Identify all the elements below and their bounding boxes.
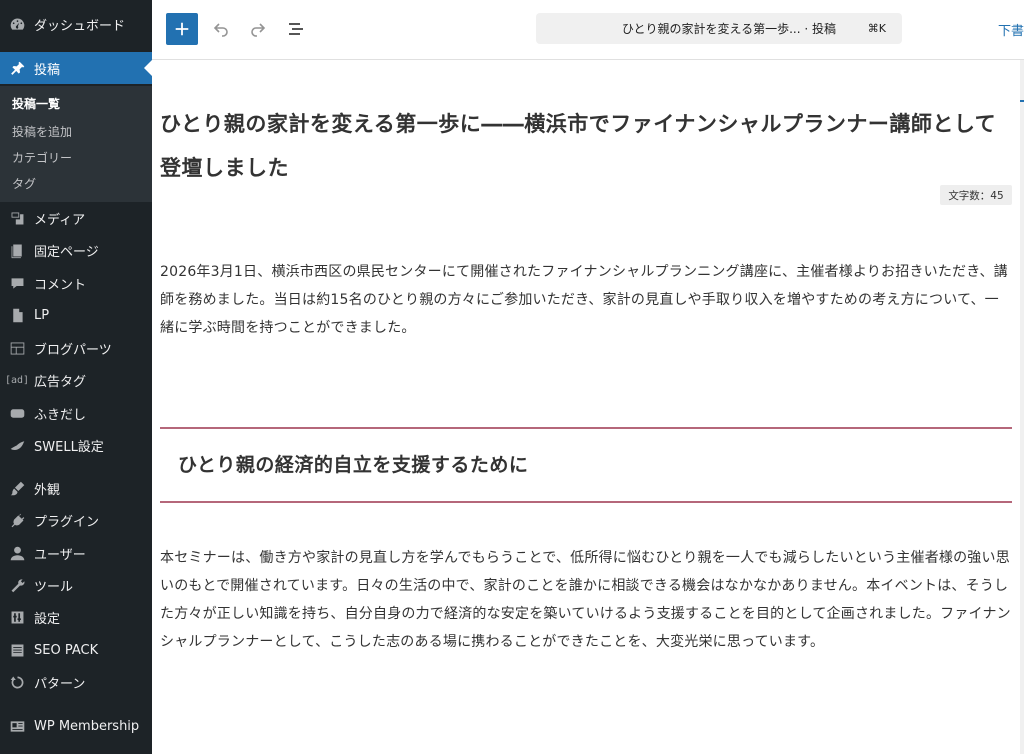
heading-border-bottom xyxy=(160,501,1012,503)
character-count-badge: 文字数：45 xyxy=(940,185,1012,205)
redo-icon xyxy=(251,23,266,37)
layout-icon xyxy=(0,338,34,358)
sidebar-item-label: ツール xyxy=(34,579,74,595)
pin-icon xyxy=(0,58,34,78)
sidebar-item-label: メディア xyxy=(34,212,86,228)
sidebar-item-appearance[interactable]: 外観 xyxy=(0,472,152,504)
sidebar-item-media[interactable]: メディア xyxy=(0,202,152,234)
dashboard-icon xyxy=(0,14,34,34)
editor-canvas: ひとり親の家計を変える第一歩に――横浜市でファイナンシャルプランナー講師として登… xyxy=(152,60,1020,754)
block-editor-screen: 投稿一覧 投稿を追加 カテゴリー タグ ダッシュボード 投稿 メディア 固定ペー… xyxy=(0,0,1024,754)
sidebar-item-label: ブログパーツ xyxy=(34,342,112,358)
sidebar-item-comments[interactable]: コメント xyxy=(0,267,152,299)
membership-icon xyxy=(0,716,34,736)
submenu-item-all-posts[interactable]: 投稿一覧 xyxy=(12,95,60,112)
submenu-item-categories[interactable]: カテゴリー xyxy=(12,149,72,166)
ad-icon-text: [ad] xyxy=(4,374,30,386)
sidebar-item-seo-pack[interactable]: SEO PACK xyxy=(0,634,152,666)
document-command-bar[interactable]: ひとり親の家計を変える第一歩... · 投稿 ⌘K xyxy=(536,13,902,44)
media-icon xyxy=(0,208,34,228)
document-icon xyxy=(0,305,34,325)
sidebar-item-label: WP Membership xyxy=(34,718,140,734)
heading-block[interactable]: ひとり親の経済的自立を支援するために xyxy=(178,450,528,477)
sidebar-item-patterns[interactable]: パターン xyxy=(0,666,152,698)
command-shortcut: ⌘K xyxy=(867,22,886,35)
save-draft-button[interactable]: 下書 xyxy=(998,20,1024,39)
sidebar-item-label: 設定 xyxy=(34,611,61,627)
sidebar-item-tools[interactable]: ツール xyxy=(0,569,152,601)
sidebar-item-label: LP xyxy=(34,307,50,323)
undo-button[interactable] xyxy=(208,16,234,42)
comment-icon xyxy=(0,273,34,293)
submenu-item-add-post[interactable]: 投稿を追加 xyxy=(12,123,72,140)
sidebar-item-settings[interactable]: 設定 xyxy=(0,601,152,633)
list-icon xyxy=(0,640,34,660)
sidebar-item-swell-settings[interactable]: SWELL設定 xyxy=(0,429,152,461)
paragraph-block[interactable]: 本セミナーは、働き方や家計の見直し方を学んでもらうことで、低所得に悩むひとり親を… xyxy=(160,544,1012,656)
sidebar-item-label: プラグイン xyxy=(34,514,100,530)
sidebar-item-label: 外観 xyxy=(34,482,61,498)
swell-icon xyxy=(0,435,34,455)
settings-tab-indicator xyxy=(1020,100,1024,102)
sidebar-item-dashboard[interactable]: ダッシュボード xyxy=(0,8,152,40)
wrench-icon xyxy=(0,575,34,595)
admin-sidebar: 投稿一覧 投稿を追加 カテゴリー タグ ダッシュボード 投稿 メディア 固定ペー… xyxy=(0,0,152,754)
sidebar-item-label: ダッシュボード xyxy=(34,18,126,34)
speech-bubble-icon xyxy=(0,403,34,423)
command-bar-title: ひとり親の家計を変える第一歩... · 投稿 xyxy=(621,22,836,36)
list-view-icon xyxy=(289,23,303,35)
sidebar-item-plugins[interactable]: プラグイン xyxy=(0,504,152,536)
settings-icon xyxy=(0,607,34,627)
sidebar-item-pages[interactable]: 固定ページ xyxy=(0,234,152,266)
redo-button[interactable] xyxy=(245,16,271,42)
sidebar-item-lp[interactable]: LP xyxy=(0,299,152,331)
sidebar-item-users[interactable]: ユーザー xyxy=(0,537,152,569)
ad-icon: [ad] xyxy=(0,370,34,390)
sidebar-item-label: 投稿 xyxy=(34,62,61,78)
post-title[interactable]: ひとり親の家計を変える第一歩に――横浜市でファイナンシャルプランナー講師として登… xyxy=(160,102,1008,190)
undo-icon xyxy=(213,23,228,37)
sidebar-item-wp-membership[interactable]: WP Membership xyxy=(0,710,152,742)
brush-icon xyxy=(0,478,34,498)
editor-toolbar: ひとり親の家計を変える第一歩... · 投稿 ⌘K 下書 xyxy=(152,0,1024,60)
sidebar-item-label: SWELL設定 xyxy=(34,439,104,455)
submenu-item-tags[interactable]: タグ xyxy=(12,175,36,192)
sidebar-item-label: パターン xyxy=(34,676,86,692)
user-icon xyxy=(0,543,34,563)
sidebar-item-ad-tag[interactable]: [ad] 広告タグ xyxy=(0,364,152,396)
page-icon xyxy=(0,240,34,260)
posts-submenu: 投稿一覧 投稿を追加 カテゴリー タグ xyxy=(0,86,152,202)
sidebar-item-label: 広告タグ xyxy=(34,374,87,390)
plugin-icon xyxy=(0,510,34,530)
sidebar-item-label: SEO PACK xyxy=(34,642,99,658)
sidebar-item-label: 固定ページ xyxy=(34,244,99,260)
sidebar-item-fukidashi[interactable]: ふきだし xyxy=(0,397,152,429)
plus-icon xyxy=(175,22,189,36)
sidebar-item-blog-parts[interactable]: ブログパーツ xyxy=(0,332,152,364)
heading-border-top xyxy=(160,427,1012,429)
add-block-button[interactable] xyxy=(166,13,198,45)
refresh-icon xyxy=(0,672,34,692)
settings-sidebar-edge xyxy=(1020,60,1024,754)
sidebar-item-label: コメント xyxy=(34,277,87,293)
paragraph-block[interactable]: 2026年3月1日、横浜市西区の県民センターにて開催されたファイナンシャルプラン… xyxy=(160,258,1012,342)
document-overview-button[interactable] xyxy=(283,16,309,42)
sidebar-item-label: ユーザー xyxy=(34,547,86,563)
sidebar-item-label: ふきだし xyxy=(34,407,87,423)
sidebar-item-posts[interactable]: 投稿 xyxy=(0,52,152,84)
